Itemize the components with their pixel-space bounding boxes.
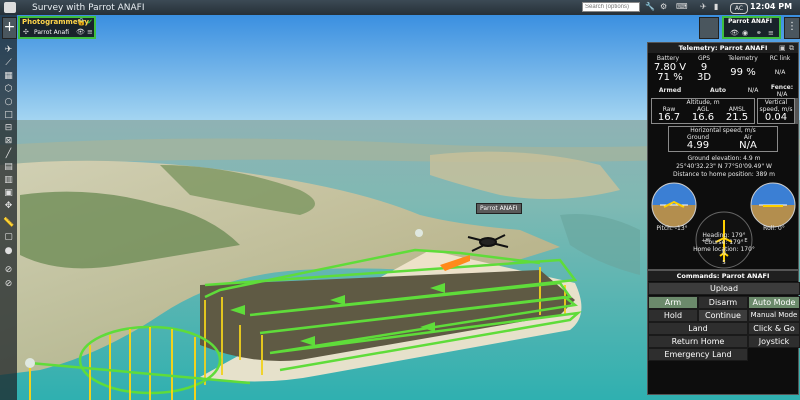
ac-power-badge: AC: [730, 3, 748, 14]
stop-tool-icon[interactable]: ⊘: [3, 279, 14, 290]
settings-icon[interactable]: ⚙: [660, 2, 667, 11]
grid-tool-icon[interactable]: ▦: [3, 71, 14, 82]
upload-button[interactable]: Upload: [648, 282, 800, 295]
vspeed-value: 0.04: [764, 112, 788, 123]
compass-e: E: [744, 238, 748, 244]
menu-icon[interactable]: ≡: [87, 28, 93, 36]
vehicle-title: Parrot ANAFI: [728, 18, 772, 25]
app-logo-icon: [4, 2, 16, 13]
polygon-tool-icon[interactable]: ⬡: [3, 84, 14, 95]
auto-mode-button[interactable]: Auto Mode: [748, 296, 800, 309]
drone-map-label[interactable]: Parrot ANAFI: [476, 203, 522, 214]
compass-n: N: [722, 251, 726, 257]
pitch-indicator: [651, 182, 697, 228]
plane-icon[interactable]: ✈: [700, 2, 707, 11]
emergency-land-button[interactable]: Emergency Land: [648, 348, 748, 361]
roll-indicator: [750, 182, 796, 228]
corridor-tool-icon[interactable]: ⊟: [3, 123, 14, 134]
eye-icon[interactable]: 👁: [730, 29, 739, 37]
land-button[interactable]: Land: [648, 322, 748, 335]
arm-button[interactable]: Arm: [648, 296, 698, 309]
fence-value: N/A: [776, 91, 788, 98]
altitude-title: Altitude, m: [686, 99, 720, 106]
disarm-button[interactable]: Disarm: [698, 296, 748, 309]
lock-icon[interactable]: 🔒: [77, 18, 86, 26]
click-go-button[interactable]: Click & Go: [748, 322, 800, 335]
telemetry-panel: Telemetry: Parrot ANAFI ▣ ⧉ Battery GPS …: [647, 42, 799, 270]
compass-s: S: [722, 260, 726, 266]
home-distance: Distance to home position: 389 m: [673, 171, 775, 178]
commands-title: Commands: Parrot ANAFI: [648, 271, 798, 281]
menu-icon[interactable]: ≡: [768, 29, 774, 37]
return-home-button[interactable]: Return Home: [648, 335, 748, 348]
mission-vehicle: Parrot Anafi: [34, 29, 70, 36]
link-icon[interactable]: ⚭: [756, 29, 762, 37]
plane-tool-icon[interactable]: ✈: [3, 45, 14, 56]
waypoint-tool-icon[interactable]: ⊠: [3, 136, 14, 147]
record-icon[interactable]: ◉: [742, 29, 748, 37]
more-options-button[interactable]: ⋮: [784, 17, 800, 39]
alt-amsl-value: 21.5: [725, 112, 749, 123]
air-speed-value: N/A: [739, 140, 757, 151]
hspeed-title: Horizontal speed, m/s: [690, 127, 756, 134]
fence-label: Fence:: [770, 84, 794, 91]
compass-w: +W: [701, 238, 711, 244]
circle-tool-icon[interactable]: ○: [3, 97, 14, 108]
telemetry-label: Telemetry: [728, 55, 758, 62]
vspeed-title: Vertical speed, m/s: [759, 99, 793, 113]
add-button[interactable]: +: [2, 17, 17, 39]
dot-tool-icon[interactable]: ●: [3, 246, 14, 257]
vehicle-plane-button[interactable]: [699, 17, 719, 39]
frame-tool-icon[interactable]: ▢: [3, 232, 14, 243]
check-icon[interactable]: ✔: [87, 18, 93, 26]
vehicle-panel[interactable]: Parrot ANAFI 👁 ◉ ⚭ ≡: [722, 16, 781, 39]
alt-raw-value: 16.7: [657, 112, 681, 123]
path-tool-icon[interactable]: ⟋: [3, 58, 14, 69]
window-icon[interactable]: ▣: [779, 44, 786, 52]
alt-agl-value: 16.6: [691, 112, 715, 123]
gps-label: GPS: [697, 55, 711, 62]
survey-tool-icon[interactable]: ▤: [3, 162, 14, 173]
ground-speed-value: 4.99: [686, 140, 710, 151]
window-title: Survey with Parrot ANAFI: [32, 2, 145, 13]
battery-percent: 71 %: [657, 72, 683, 83]
mission-panel[interactable]: Photogrammetry 🔒 ✔ ✣ Parrot Anafi 👁 ≡: [18, 16, 96, 39]
scrollbar[interactable]: [795, 98, 799, 124]
continue-button[interactable]: Continue: [698, 309, 748, 322]
mode-value: N/A: [747, 87, 759, 94]
commands-panel: Commands: Parrot ANAFI Upload Arm Disarm…: [647, 270, 800, 395]
gps-fix: 3D: [696, 72, 712, 83]
clock: 12:04 PM: [750, 2, 793, 11]
layers-tool-icon[interactable]: ▥: [3, 175, 14, 186]
rc-link-label: RC link: [769, 55, 791, 62]
keyboard-icon[interactable]: ⌨: [676, 2, 688, 11]
square-tool-icon[interactable]: □: [3, 110, 14, 121]
joystick-button[interactable]: Joystick: [748, 335, 800, 348]
line-tool-icon[interactable]: ╱: [3, 149, 14, 160]
flight-mode: Auto: [710, 87, 726, 94]
ground-elevation: Ground elevation: 4.9 m: [687, 155, 761, 162]
telemetry-percent: 99 %: [730, 67, 756, 78]
ruler-tool-icon[interactable]: 📏: [3, 218, 14, 229]
manual-mode-button[interactable]: Manual Mode: [748, 309, 800, 322]
coordinates: 25°40'32.23" N 77°50'09.49" W: [676, 163, 772, 170]
hold-button[interactable]: Hold: [648, 309, 698, 322]
rc-link-value: N/A: [774, 69, 786, 76]
roll-readout: Roll: 0°: [763, 225, 785, 232]
cancel-tool-icon[interactable]: ⊘: [3, 265, 14, 276]
signal-icon: ▮: [714, 2, 719, 11]
wrench-icon[interactable]: 🔧: [645, 2, 655, 11]
telemetry-title: Telemetry: Parrot ANAFI: [648, 43, 798, 53]
search-input[interactable]: [582, 2, 640, 12]
battery-label: Battery: [656, 55, 680, 62]
pan-tool-icon[interactable]: ✥: [3, 201, 14, 212]
drone-icon: ✣: [23, 28, 29, 36]
eye-icon[interactable]: 👁: [76, 28, 85, 36]
armed-status: Armed: [658, 87, 682, 94]
camera-tool-icon[interactable]: ▣: [3, 188, 14, 199]
pitch-readout: Pitch: -13°: [656, 225, 688, 232]
maximize-icon[interactable]: ⧉: [789, 44, 794, 53]
